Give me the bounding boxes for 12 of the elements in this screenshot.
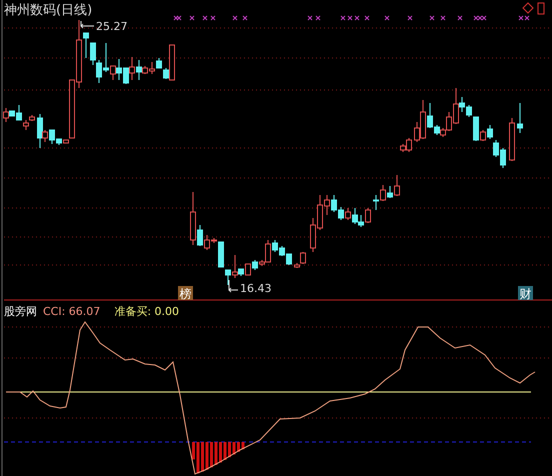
cci-reading: CCI: 66.07 (43, 305, 100, 318)
chart-title: 神州数码(日线) (4, 3, 92, 18)
indicator-name: 股旁网 (4, 305, 37, 318)
arrow-icon (228, 280, 238, 292)
high-price-label: 25.27 (96, 20, 128, 33)
arrow-icon (80, 20, 94, 28)
diamond-box-icon (522, 2, 544, 14)
low-price-label: 16.43 (240, 282, 272, 295)
rank-tag[interactable]: 榜 (178, 286, 193, 301)
finance-tag[interactable]: 财 (518, 286, 533, 301)
buy-signal-bars-drawing (192, 442, 244, 474)
buy-reading: 准备买: 0.00 (114, 305, 180, 318)
